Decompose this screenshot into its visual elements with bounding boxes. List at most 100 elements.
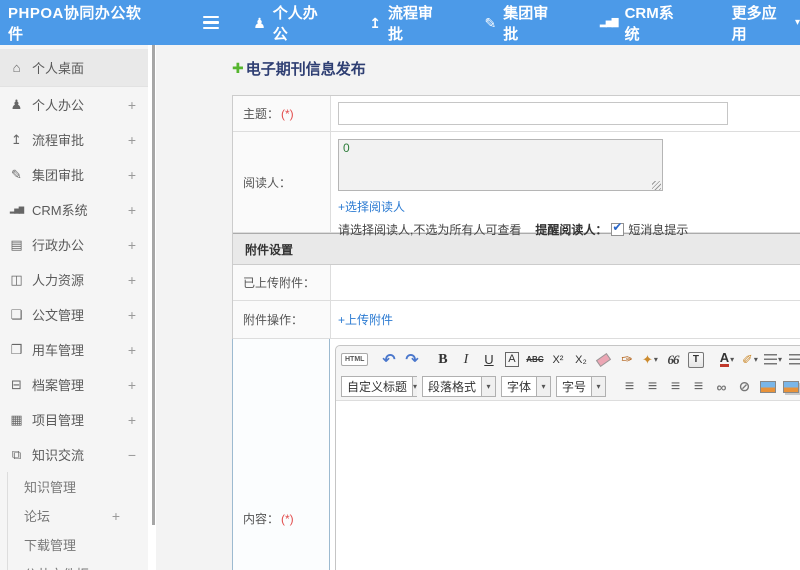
expander-icon[interactable]: +: [128, 167, 136, 183]
editor-toolbar-row2: 自定义标题 ▾ 段落格式 ▾ 字体 ▾ 字号 ▾ ≡ ≡ ≡ ≡ ∞ ⊘: [336, 373, 800, 400]
image-album-button[interactable]: [780, 376, 800, 397]
remove-link-button[interactable]: ⊘: [734, 376, 755, 397]
sms-label: 短消息提示: [628, 223, 689, 237]
sidebar-item[interactable]: ✎ 集团审批 +: [0, 157, 148, 192]
readers-textarea[interactable]: 0: [338, 139, 663, 191]
align-right-button[interactable]: ≡: [665, 376, 686, 397]
format-painter-button[interactable]: ✑: [616, 349, 637, 370]
highlight-button[interactable]: ✐ ▾: [739, 349, 760, 370]
expander-icon[interactable]: +: [128, 342, 136, 358]
blockquote-button[interactable]: 66: [662, 349, 683, 370]
sidebar-item-icon: ⌂: [12, 60, 21, 75]
top-nav-item[interactable]: ↥ 流程审批: [369, 2, 442, 44]
sidebar-item-label: 人力资源: [32, 273, 85, 288]
top-nav: ♟ 个人办公 ↥ 流程审批 ✎ 集团审批 ▂▅▇ CRM系统 更多应用 ▾: [253, 2, 800, 44]
expander-icon[interactable]: +: [112, 508, 120, 524]
expander-icon[interactable]: +: [128, 272, 136, 288]
ordered-list-icon: [763, 354, 777, 365]
font-family-select[interactable]: 字体 ▾: [501, 376, 552, 397]
top-nav-item[interactable]: 更多应用 ▾: [725, 2, 800, 44]
expander-icon[interactable]: +: [128, 132, 136, 148]
sidebar-item[interactable]: ❏ 公文管理 +: [0, 297, 148, 332]
insert-link-button[interactable]: ∞: [711, 376, 732, 397]
eraser-button[interactable]: [593, 349, 614, 370]
italic-button[interactable]: I: [455, 349, 476, 370]
align-left-button[interactable]: ≡: [619, 376, 640, 397]
expander-icon[interactable]: +: [128, 307, 136, 323]
select-readers-link[interactable]: +选择阅读人: [338, 198, 405, 215]
app-header: PHPOA协同办公软件 ♟ 个人办公 ↥ 流程审批 ✎ 集团审批 ▂▅▇ CRM…: [0, 0, 800, 45]
redo-button[interactable]: ↷: [401, 349, 422, 370]
expander-icon[interactable]: +: [128, 97, 136, 113]
menu-toggle-icon[interactable]: [203, 15, 220, 30]
sidebar-subitem[interactable]: 公共文件柜: [8, 559, 148, 570]
sidebar-subitem[interactable]: 下载管理: [8, 530, 148, 559]
html-source-button[interactable]: HTML: [341, 349, 369, 370]
top-nav-item[interactable]: ✎ 集团审批: [485, 2, 558, 44]
sidebar-subitem[interactable]: 知识管理: [8, 472, 148, 501]
editor-content-area[interactable]: [336, 400, 800, 570]
required-mark: (*): [281, 511, 294, 526]
paste-icon: T: [687, 351, 704, 368]
sidebar-item-icon: ✎: [11, 166, 22, 182]
subscript-button[interactable]: X₂: [570, 349, 591, 370]
chevron-down-icon: ▾: [481, 377, 496, 396]
sidebar-submenu: 知识管理 论坛 + 下载管理 公共文件柜: [7, 472, 148, 570]
sidebar-item[interactable]: ♟ 个人办公 +: [0, 87, 148, 122]
expander-icon[interactable]: +: [128, 237, 136, 253]
subject-input[interactable]: [338, 102, 728, 125]
paragraph-format-select[interactable]: 段落格式 ▾: [422, 376, 497, 397]
autoformat-button[interactable]: ✦ ▾: [639, 349, 660, 370]
font-size-select[interactable]: 字号 ▾: [556, 376, 607, 397]
insert-image-button[interactable]: [757, 376, 778, 397]
sms-checkbox[interactable]: ✔: [611, 220, 625, 236]
sidebar-subitem[interactable]: 论坛 +: [8, 501, 148, 530]
attachment-op-row: 附件操作： +上传附件: [233, 301, 800, 339]
top-nav-item[interactable]: ▂▅▇ CRM系统: [600, 2, 683, 44]
expander-icon[interactable]: +: [128, 412, 136, 428]
sidebar-item-icon: ↥: [11, 131, 22, 147]
top-nav-item[interactable]: ♟ 个人办公: [253, 2, 327, 44]
sidebar: ⌂ 个人桌面 ♟ 个人办公 + ↥ 流程审批 + ✎ 集团审批 + ▂▅▇ CR…: [0, 45, 148, 570]
sidebar-item[interactable]: ❒ 用车管理 +: [0, 332, 148, 367]
font-attributes-button[interactable]: A: [501, 349, 522, 370]
content-row: 内容： (*) HTML ↶ ↷ B I U A ABC X² X₂ ✑ ✦ ▾…: [232, 339, 800, 570]
resize-grip[interactable]: [652, 181, 661, 190]
bold-button[interactable]: B: [432, 349, 453, 370]
check-icon: ✔: [612, 220, 623, 234]
superscript-button[interactable]: X²: [547, 349, 568, 370]
main-content: ✚ 电子期刊信息发布 主题： (*) 阅读人： 0 +选择阅读人 请选择阅读人,…: [156, 45, 800, 570]
sidebar-item-label: 知识交流: [32, 448, 85, 463]
top-nav-icon: ↥: [369, 14, 381, 31]
sidebar-item[interactable]: ⌂ 个人桌面: [0, 49, 148, 87]
sidebar-item[interactable]: ▂▅▇ CRM系统 +: [0, 192, 148, 227]
image-icon: [759, 380, 776, 393]
font-color-button[interactable]: A ▾: [716, 349, 737, 370]
upload-attachment-link[interactable]: +上传附件: [338, 311, 393, 328]
expander-icon[interactable]: +: [128, 202, 136, 218]
readers-hint: 请选择阅读人,不选为所有人可查看: [338, 223, 522, 237]
undo-button[interactable]: ↶: [378, 349, 399, 370]
align-justify-button[interactable]: ≡: [688, 376, 709, 397]
sidebar-item[interactable]: ↥ 流程审批 +: [0, 122, 148, 157]
sidebar-subitem-label: 公共文件柜: [24, 564, 120, 570]
eraser-icon: [596, 352, 612, 367]
chevron-down-icon: ▾: [653, 355, 658, 364]
sidebar-item[interactable]: ⊟ 档案管理 +: [0, 367, 148, 402]
align-center-button[interactable]: ≡: [642, 376, 663, 397]
sidebar-item[interactable]: ⧉ 知识交流 −: [0, 437, 148, 472]
expander-icon[interactable]: +: [128, 377, 136, 393]
sidebar-item[interactable]: ▦ 项目管理 +: [0, 402, 148, 437]
expander-icon[interactable]: −: [128, 447, 136, 463]
unordered-list-button[interactable]: [785, 349, 800, 370]
sidebar-item[interactable]: ▤ 行政办公 +: [0, 227, 148, 262]
sidebar-scrollbar[interactable]: [148, 45, 156, 570]
scrollbar-thumb[interactable]: [152, 45, 155, 525]
strikethrough-button[interactable]: ABC: [524, 349, 545, 370]
heading-select[interactable]: 自定义标题 ▾: [341, 376, 418, 397]
sidebar-item[interactable]: ◫ 人力资源 +: [0, 262, 148, 297]
chevron-down-icon: ▾: [794, 17, 800, 28]
ordered-list-button[interactable]: ▾: [762, 349, 783, 370]
underline-button[interactable]: U: [478, 349, 499, 370]
paste-as-text-button[interactable]: T: [685, 349, 706, 370]
